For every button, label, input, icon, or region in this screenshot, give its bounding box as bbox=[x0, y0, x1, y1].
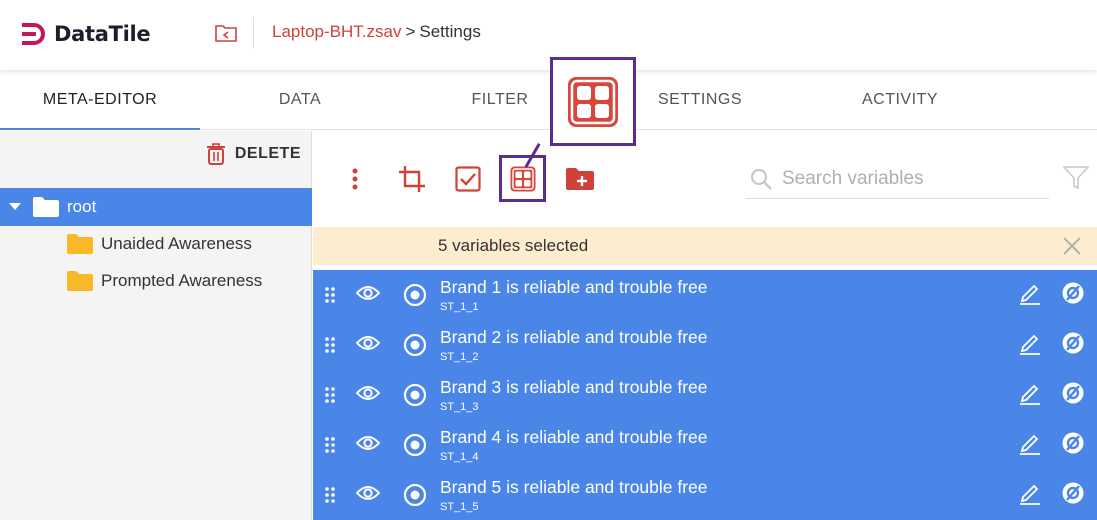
variable-title: Brand 1 is reliable and trouble free bbox=[440, 277, 708, 297]
eye-icon[interactable] bbox=[356, 384, 380, 402]
grid-icon-zoomed bbox=[568, 76, 618, 127]
edit-icon[interactable] bbox=[1019, 281, 1041, 305]
crop-icon bbox=[399, 166, 425, 192]
unlink-icon[interactable] bbox=[1061, 481, 1085, 505]
header-divider bbox=[253, 17, 254, 49]
selection-count-text: 5 variables selected bbox=[438, 236, 589, 255]
eye-icon[interactable] bbox=[356, 434, 380, 452]
variable-code: ST_1_1 bbox=[440, 301, 479, 313]
breadcrumb-separator: > bbox=[405, 22, 416, 41]
edit-icon[interactable] bbox=[1019, 431, 1041, 455]
search-input[interactable] bbox=[782, 167, 1032, 190]
caret-down-icon[interactable] bbox=[9, 203, 21, 211]
unlink-icon[interactable] bbox=[1061, 381, 1085, 405]
eye-icon[interactable] bbox=[356, 484, 380, 502]
close-icon[interactable] bbox=[1063, 237, 1081, 255]
more-options-button[interactable] bbox=[337, 161, 373, 197]
radio-selected-icon[interactable] bbox=[403, 333, 427, 357]
variable-code: ST_1_2 bbox=[440, 351, 479, 363]
variable-row[interactable]: Brand 3 is reliable and trouble free ST_… bbox=[313, 370, 1097, 420]
breadcrumb: Laptop-BHT.zsav > Settings bbox=[272, 22, 481, 42]
variable-row[interactable]: Brand 1 is reliable and trouble free ST_… bbox=[313, 270, 1097, 320]
tree-node-prompted-awareness[interactable]: Prompted Awareness bbox=[67, 266, 262, 296]
tree-node-root[interactable]: root bbox=[0, 188, 312, 226]
new-folder-button[interactable] bbox=[562, 161, 598, 197]
variable-title: Brand 3 is reliable and trouble free bbox=[440, 377, 708, 397]
radio-selected-icon[interactable] bbox=[403, 383, 427, 407]
delete-button[interactable]: DELETE bbox=[206, 141, 301, 167]
datatile-logo-icon bbox=[22, 23, 45, 45]
select-all-button[interactable] bbox=[450, 161, 486, 197]
folder-icon bbox=[67, 234, 93, 254]
eye-icon[interactable] bbox=[356, 284, 380, 302]
radio-selected-icon[interactable] bbox=[403, 283, 427, 307]
callout-highlight bbox=[550, 57, 636, 146]
variable-title: Brand 4 is reliable and trouble free bbox=[440, 427, 708, 447]
tree-root-label: root bbox=[67, 197, 97, 216]
grid-view-button[interactable] bbox=[499, 155, 546, 202]
back-folder-icon[interactable] bbox=[214, 22, 238, 44]
breadcrumb-current: Settings bbox=[419, 22, 481, 41]
search-icon bbox=[751, 168, 772, 190]
unlink-icon[interactable] bbox=[1061, 331, 1085, 355]
drag-handle-icon[interactable] bbox=[325, 487, 335, 503]
right-panel: 5 variables selected Brand 1 is reliable… bbox=[313, 131, 1097, 520]
filter-icon[interactable] bbox=[1063, 165, 1089, 191]
breadcrumb-file-link[interactable]: Laptop-BHT.zsav bbox=[272, 22, 401, 41]
search-box bbox=[746, 159, 1049, 199]
edit-icon[interactable] bbox=[1019, 381, 1041, 405]
variable-row[interactable]: Brand 2 is reliable and trouble free ST_… bbox=[313, 320, 1097, 370]
edit-icon[interactable] bbox=[1019, 481, 1041, 505]
crop-button[interactable] bbox=[394, 161, 430, 197]
variable-code: ST_1_3 bbox=[440, 401, 479, 413]
tree-item-label: Prompted Awareness bbox=[101, 271, 263, 290]
radio-selected-icon[interactable] bbox=[403, 433, 427, 457]
selection-banner: 5 variables selected bbox=[313, 227, 1097, 265]
tree-node-unaided-awareness[interactable]: Unaided Awareness bbox=[67, 229, 252, 259]
main-tabs: META-EDITOR DATA FILTER SETTINGS ACTIVIT… bbox=[0, 70, 1097, 130]
tree-item-label: Unaided Awareness bbox=[101, 234, 252, 253]
tab-meta-editor[interactable]: META-EDITOR bbox=[0, 70, 200, 130]
folder-icon bbox=[67, 271, 93, 291]
tab-activity[interactable]: ACTIVITY bbox=[800, 70, 1000, 130]
variable-list: Brand 1 is reliable and trouble free ST_… bbox=[313, 270, 1097, 520]
app-header: DataTile Laptop-BHT.zsav > Settings bbox=[0, 0, 1097, 70]
logo-text: DataTile bbox=[54, 22, 151, 46]
grid-icon bbox=[510, 166, 535, 191]
folder-icon bbox=[33, 197, 59, 217]
trash-icon bbox=[206, 143, 225, 165]
new-folder-icon bbox=[566, 168, 594, 190]
checkbox-icon bbox=[455, 166, 481, 192]
tab-data[interactable]: DATA bbox=[200, 70, 400, 130]
more-vert-icon bbox=[352, 168, 358, 190]
radio-selected-icon[interactable] bbox=[403, 483, 427, 507]
drag-handle-icon[interactable] bbox=[325, 437, 335, 453]
logo[interactable]: DataTile bbox=[20, 20, 151, 48]
variable-row[interactable]: Brand 5 is reliable and trouble free ST_… bbox=[313, 470, 1097, 520]
variable-title: Brand 5 is reliable and trouble free bbox=[440, 477, 708, 497]
variable-title: Brand 2 is reliable and trouble free bbox=[440, 327, 708, 347]
left-panel: DELETE root Unaided Awareness Prompted A… bbox=[0, 131, 312, 520]
unlink-icon[interactable] bbox=[1061, 431, 1085, 455]
delete-label: DELETE bbox=[234, 145, 301, 162]
drag-handle-icon[interactable] bbox=[325, 287, 335, 303]
edit-icon[interactable] bbox=[1019, 331, 1041, 355]
variable-code: ST_1_5 bbox=[440, 501, 479, 513]
drag-handle-icon[interactable] bbox=[325, 387, 335, 403]
unlink-icon[interactable] bbox=[1061, 281, 1085, 305]
eye-icon[interactable] bbox=[356, 334, 380, 352]
variable-code: ST_1_4 bbox=[440, 451, 479, 463]
variable-row[interactable]: Brand 4 is reliable and trouble free ST_… bbox=[313, 420, 1097, 470]
drag-handle-icon[interactable] bbox=[325, 337, 335, 353]
